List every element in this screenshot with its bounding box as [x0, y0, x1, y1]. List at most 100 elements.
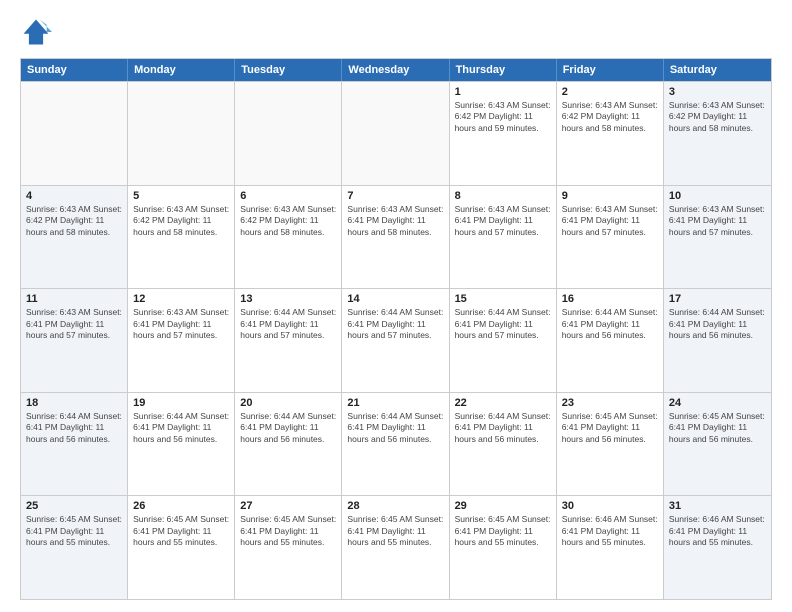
calendar-header-sunday: Sunday — [21, 59, 128, 81]
calendar-day-14: 14 Sunrise: 6:44 AM Sunset: 6:41 PM Dayli… — [342, 289, 449, 392]
day-info: Sunrise: 6:43 AM Sunset: 6:42 PM Dayligh… — [26, 204, 122, 238]
day-info: Sunrise: 6:43 AM Sunset: 6:42 PM Dayligh… — [240, 204, 336, 238]
calendar-day-27: 27 Sunrise: 6:45 AM Sunset: 6:41 PM Dayli… — [235, 496, 342, 599]
day-number: 27 — [240, 500, 336, 512]
day-number: 11 — [26, 293, 122, 305]
day-number: 31 — [669, 500, 766, 512]
day-number: 14 — [347, 293, 443, 305]
day-number: 22 — [455, 397, 551, 409]
day-info: Sunrise: 6:43 AM Sunset: 6:41 PM Dayligh… — [26, 307, 122, 341]
day-number: 24 — [669, 397, 766, 409]
calendar-day-29: 29 Sunrise: 6:45 AM Sunset: 6:41 PM Dayli… — [450, 496, 557, 599]
day-info: Sunrise: 6:44 AM Sunset: 6:41 PM Dayligh… — [240, 307, 336, 341]
calendar-week-1: 1 Sunrise: 6:43 AM Sunset: 6:42 PM Daylig… — [21, 81, 771, 185]
day-info: Sunrise: 6:43 AM Sunset: 6:41 PM Dayligh… — [669, 204, 766, 238]
calendar-day-20: 20 Sunrise: 6:44 AM Sunset: 6:41 PM Dayli… — [235, 393, 342, 496]
day-info: Sunrise: 6:45 AM Sunset: 6:41 PM Dayligh… — [26, 514, 122, 548]
day-number: 12 — [133, 293, 229, 305]
calendar-day-12: 12Sunrise: 6:43 AM Sunset: 6:41 PM Dayli… — [128, 289, 235, 392]
day-number: 9 — [562, 190, 658, 202]
calendar-day-25: 25Sunrise: 6:45 AM Sunset: 6:41 PM Dayli… — [21, 496, 128, 599]
day-info: Sunrise: 6:43 AM Sunset: 6:42 PM Dayligh… — [455, 100, 551, 134]
calendar-header-wednesday: Wednesday — [342, 59, 449, 81]
calendar-header-thursday: Thursday — [450, 59, 557, 81]
calendar-day-7: 7 Sunrise: 6:43 AM Sunset: 6:41 PM Daylig… — [342, 186, 449, 289]
day-info: Sunrise: 6:45 AM Sunset: 6:41 PM Dayligh… — [562, 411, 658, 445]
calendar-header-friday: Friday — [557, 59, 664, 81]
day-number: 5 — [133, 190, 229, 202]
day-info: Sunrise: 6:44 AM Sunset: 6:41 PM Dayligh… — [347, 307, 443, 341]
day-info: Sunrise: 6:44 AM Sunset: 6:41 PM Dayligh… — [240, 411, 336, 445]
calendar-day-2: 2 Sunrise: 6:43 AM Sunset: 6:42 PM Daylig… — [557, 82, 664, 185]
day-number: 26 — [133, 500, 229, 512]
calendar-day-23: 23 Sunrise: 6:45 AM Sunset: 6:41 PM Dayli… — [557, 393, 664, 496]
day-info: Sunrise: 6:44 AM Sunset: 6:41 PM Dayligh… — [455, 307, 551, 341]
calendar-day-31: 31Sunrise: 6:46 AM Sunset: 6:41 PM Dayli… — [664, 496, 771, 599]
calendar-header-tuesday: Tuesday — [235, 59, 342, 81]
calendar-day-16: 16 Sunrise: 6:44 AM Sunset: 6:41 PM Dayli… — [557, 289, 664, 392]
day-number: 21 — [347, 397, 443, 409]
day-number: 3 — [669, 86, 766, 98]
day-number: 20 — [240, 397, 336, 409]
calendar-day-3: 3 Sunrise: 6:43 AM Sunset: 6:42 PM Daylig… — [664, 82, 771, 185]
day-number: 6 — [240, 190, 336, 202]
calendar-day-30: 30 Sunrise: 6:46 AM Sunset: 6:41 PM Dayli… — [557, 496, 664, 599]
calendar-day-10: 10 Sunrise: 6:43 AM Sunset: 6:41 PM Dayli… — [664, 186, 771, 289]
day-info: Sunrise: 6:44 AM Sunset: 6:41 PM Dayligh… — [562, 307, 658, 341]
page: SundayMondayTuesdayWednesdayThursdayFrid… — [0, 0, 792, 612]
day-number: 29 — [455, 500, 551, 512]
day-number: 13 — [240, 293, 336, 305]
calendar-day-24: 24 Sunrise: 6:45 AM Sunset: 6:41 PM Dayli… — [664, 393, 771, 496]
calendar-header: SundayMondayTuesdayWednesdayThursdayFrid… — [21, 59, 771, 81]
calendar-day-26: 26Sunrise: 6:45 AM Sunset: 6:41 PM Dayli… — [128, 496, 235, 599]
day-info: Sunrise: 6:43 AM Sunset: 6:41 PM Dayligh… — [347, 204, 443, 238]
day-number: 18 — [26, 397, 122, 409]
calendar-day-19: 19Sunrise: 6:44 AM Sunset: 6:41 PM Dayli… — [128, 393, 235, 496]
day-number: 30 — [562, 500, 658, 512]
day-info: Sunrise: 6:43 AM Sunset: 6:41 PM Dayligh… — [455, 204, 551, 238]
header — [20, 16, 772, 48]
calendar-header-saturday: Saturday — [664, 59, 771, 81]
calendar-empty-cell — [128, 82, 235, 185]
calendar-day-22: 22 Sunrise: 6:44 AM Sunset: 6:41 PM Dayli… — [450, 393, 557, 496]
day-info: Sunrise: 6:44 AM Sunset: 6:41 PM Dayligh… — [455, 411, 551, 445]
calendar-week-2: 4 Sunrise: 6:43 AM Sunset: 6:42 PM Daylig… — [21, 185, 771, 289]
calendar-day-11: 11 Sunrise: 6:43 AM Sunset: 6:41 PM Dayli… — [21, 289, 128, 392]
day-info: Sunrise: 6:44 AM Sunset: 6:41 PM Dayligh… — [669, 307, 766, 341]
day-number: 2 — [562, 86, 658, 98]
calendar-day-9: 9Sunrise: 6:43 AM Sunset: 6:41 PM Daylig… — [557, 186, 664, 289]
calendar-day-1: 1 Sunrise: 6:43 AM Sunset: 6:42 PM Daylig… — [450, 82, 557, 185]
day-number: 8 — [455, 190, 551, 202]
calendar-day-8: 8 Sunrise: 6:43 AM Sunset: 6:41 PM Daylig… — [450, 186, 557, 289]
day-info: Sunrise: 6:43 AM Sunset: 6:42 PM Dayligh… — [669, 100, 766, 134]
logo-icon — [20, 16, 52, 48]
day-number: 1 — [455, 86, 551, 98]
day-info: Sunrise: 6:45 AM Sunset: 6:41 PM Dayligh… — [347, 514, 443, 548]
calendar-day-28: 28Sunrise: 6:45 AM Sunset: 6:41 PM Dayli… — [342, 496, 449, 599]
day-number: 23 — [562, 397, 658, 409]
calendar-empty-cell — [235, 82, 342, 185]
day-info: Sunrise: 6:45 AM Sunset: 6:41 PM Dayligh… — [240, 514, 336, 548]
day-info: Sunrise: 6:45 AM Sunset: 6:41 PM Dayligh… — [669, 411, 766, 445]
day-number: 10 — [669, 190, 766, 202]
day-number: 16 — [562, 293, 658, 305]
day-number: 17 — [669, 293, 766, 305]
day-number: 7 — [347, 190, 443, 202]
day-info: Sunrise: 6:43 AM Sunset: 6:42 PM Dayligh… — [562, 100, 658, 134]
day-number: 19 — [133, 397, 229, 409]
calendar-empty-cell — [21, 82, 128, 185]
calendar-day-6: 6 Sunrise: 6:43 AM Sunset: 6:42 PM Daylig… — [235, 186, 342, 289]
calendar-day-21: 21Sunrise: 6:44 AM Sunset: 6:41 PM Dayli… — [342, 393, 449, 496]
day-info: Sunrise: 6:45 AM Sunset: 6:41 PM Dayligh… — [455, 514, 551, 548]
calendar-day-17: 17 Sunrise: 6:44 AM Sunset: 6:41 PM Dayli… — [664, 289, 771, 392]
day-info: Sunrise: 6:43 AM Sunset: 6:42 PM Dayligh… — [133, 204, 229, 238]
day-number: 4 — [26, 190, 122, 202]
calendar-week-5: 25Sunrise: 6:45 AM Sunset: 6:41 PM Dayli… — [21, 495, 771, 599]
calendar-day-13: 13 Sunrise: 6:44 AM Sunset: 6:41 PM Dayli… — [235, 289, 342, 392]
calendar-week-4: 18 Sunrise: 6:44 AM Sunset: 6:41 PM Dayli… — [21, 392, 771, 496]
calendar-day-5: 5 Sunrise: 6:43 AM Sunset: 6:42 PM Daylig… — [128, 186, 235, 289]
calendar-header-monday: Monday — [128, 59, 235, 81]
calendar-empty-cell — [342, 82, 449, 185]
day-info: Sunrise: 6:46 AM Sunset: 6:41 PM Dayligh… — [562, 514, 658, 548]
calendar-body: 1 Sunrise: 6:43 AM Sunset: 6:42 PM Daylig… — [21, 81, 771, 599]
